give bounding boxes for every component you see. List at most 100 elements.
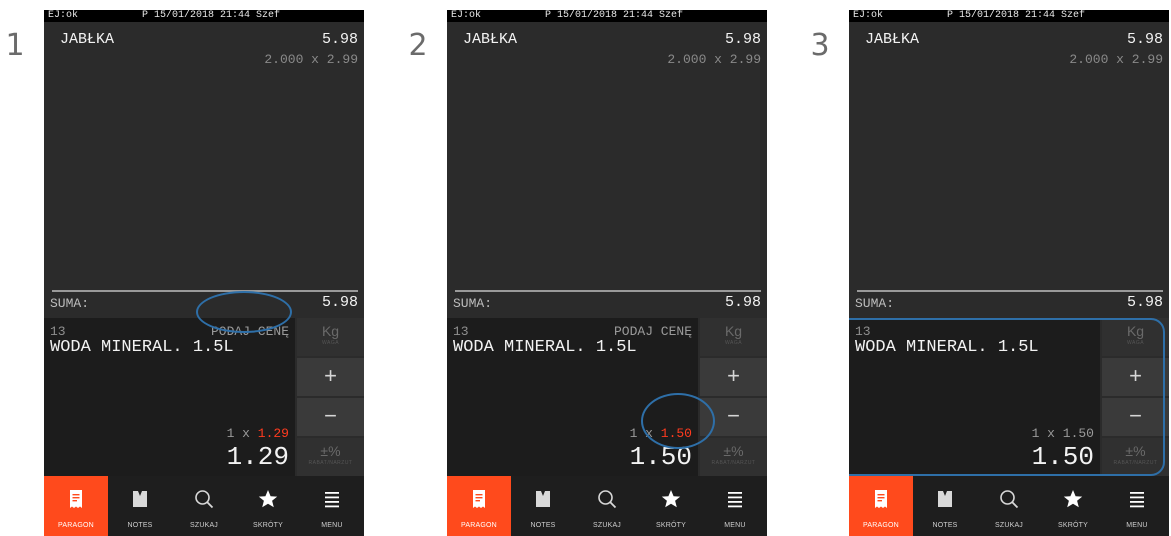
nav-label: PARAGON <box>58 522 94 529</box>
receipt-item-detail: 2.000 x 2.99 <box>1069 52 1163 67</box>
receipt-list[interactable]: JABŁKA 5.98 2.000 x 2.99 <box>849 22 1169 290</box>
plus-icon: + <box>727 363 740 388</box>
weight-button[interactable]: Kg WAGA <box>1102 318 1169 356</box>
discount-button-sublabel: RABAT/NARZUT <box>1113 460 1158 466</box>
menu-icon <box>325 492 339 508</box>
discount-button-label: ±% <box>1125 443 1146 459</box>
sum-label: SUMA: <box>50 296 90 311</box>
discount-button[interactable]: ±% RABAT/NARZUT <box>297 438 364 476</box>
nav-label: SZUKAJ <box>189 522 219 529</box>
nav-szukaj[interactable]: SZUKAJ <box>575 476 639 536</box>
receipt-icon <box>875 490 887 508</box>
item-entry-panel[interactable]: 13 PODAJ CENĘ WODA MINERAL. 1.5L 1 x 1.2… <box>44 318 295 476</box>
item-entry-panel[interactable]: 13 WODA MINERAL. 1.5L 1 x 1.50 1.50 <box>849 318 1100 476</box>
sum-value: 5.98 <box>1126 294 1163 311</box>
weight-button[interactable]: Kg WAGA <box>297 318 364 356</box>
receipt-item-name: JABŁKA <box>463 31 518 48</box>
discount-button[interactable]: ±% RABAT/NARZUT <box>1102 438 1169 476</box>
unit-price: 1.29 <box>257 426 289 441</box>
star-icon <box>661 490 681 508</box>
sum-row: SUMA: 5.98 <box>447 292 767 316</box>
item-entry-panel[interactable]: 13 PODAJ CENĘ WODA MINERAL. 1.5L 1 x 1.5… <box>447 318 698 476</box>
minus-button[interactable]: − <box>297 398 364 436</box>
nav-skroty[interactable]: SKRÓTY <box>639 476 703 536</box>
nav-szukaj[interactable]: SZUKAJ <box>977 476 1041 536</box>
notes-icon <box>536 491 550 507</box>
quantity-price-line: 1 x 1.50 <box>1032 426 1094 441</box>
nav-szukaj[interactable]: SZUKAJ <box>172 476 236 536</box>
nav-notes[interactable]: NOTES <box>913 476 977 536</box>
sum-label: SUMA: <box>453 296 493 311</box>
weight-button-label: Kg <box>321 323 340 339</box>
receipt-item-name: JABŁKA <box>865 31 920 48</box>
nav-paragon[interactable]: PARAGON <box>44 476 108 536</box>
minus-icon: − <box>1129 403 1142 428</box>
product-name: WODA MINERAL. 1.5L <box>855 338 1039 357</box>
minus-icon: − <box>727 403 740 428</box>
weight-button-sublabel: WAGA <box>1126 340 1145 346</box>
nav-label: SZUKAJ <box>592 522 622 529</box>
nav-menu[interactable]: MENU <box>703 476 767 536</box>
plus-button[interactable]: + <box>1102 358 1169 396</box>
status-ej: EJ:ok <box>853 10 884 21</box>
nav-skroty[interactable]: SKRÓTY <box>236 476 300 536</box>
nav-menu[interactable]: MENU <box>300 476 364 536</box>
discount-button-sublabel: RABAT/NARZUT <box>308 460 353 466</box>
nav-label: NOTES <box>932 522 958 529</box>
receipt-item-total: 5.98 <box>1126 31 1163 48</box>
nav-notes[interactable]: NOTES <box>511 476 575 536</box>
sum-row: SUMA: 5.98 <box>44 292 364 316</box>
sum-label: SUMA: <box>855 296 895 311</box>
plu-number: 13 <box>50 324 66 339</box>
plu-number: 13 <box>453 324 469 339</box>
status-datetime-user: P 15/01/2018 21:44 Szef <box>142 10 281 21</box>
nav-notes[interactable]: NOTES <box>108 476 172 536</box>
receipt-list[interactable]: JABŁKA 5.98 2.000 x 2.99 <box>447 22 767 290</box>
price-prompt: PODAJ CENĘ <box>210 324 289 339</box>
product-name: WODA MINERAL. 1.5L <box>453 338 637 357</box>
unit-price: 1.50 <box>1062 426 1094 441</box>
side-buttons: Kg WAGA + − ±% RABAT/NARZUT <box>700 318 767 476</box>
menu-icon <box>1130 492 1144 508</box>
pos-screen: EJ:ok P 15/01/2018 21:44 Szef JABŁKA 5.9… <box>849 10 1169 536</box>
weight-button[interactable]: Kg WAGA <box>700 318 767 356</box>
line-total-price: 1.29 <box>226 442 289 472</box>
plus-button[interactable]: + <box>700 358 767 396</box>
nav-label: MENU <box>321 522 343 529</box>
status-datetime-user: P 15/01/2018 21:44 Szef <box>947 10 1086 21</box>
step-number: 2 <box>408 28 428 63</box>
line-total-price: 1.50 <box>629 442 692 472</box>
weight-button-sublabel: WAGA <box>724 340 743 346</box>
product-name: WODA MINERAL. 1.5L <box>50 338 234 357</box>
quantity-prefix: 1 x <box>629 426 661 441</box>
notes-icon <box>938 491 952 507</box>
bottom-navigation: PARAGON NOTES SZUKAJ SKRÓTY MENU <box>44 476 364 536</box>
unit-price: 1.50 <box>660 426 692 441</box>
receipt-list[interactable]: JABŁKA 5.98 2.000 x 2.99 <box>44 22 364 290</box>
plus-icon: + <box>1129 363 1142 388</box>
bottom-navigation: PARAGON NOTES SZUKAJ SKRÓTY MENU <box>849 476 1169 536</box>
discount-button[interactable]: ±% RABAT/NARZUT <box>700 438 767 476</box>
weight-button-label: Kg <box>1126 323 1145 339</box>
sum-value: 5.98 <box>724 294 761 311</box>
nav-label: SKRÓTY <box>656 522 686 529</box>
status-ej: EJ:ok <box>451 10 482 21</box>
minus-button[interactable]: − <box>1102 398 1169 436</box>
nav-label: SZUKAJ <box>994 522 1024 529</box>
minus-button[interactable]: − <box>700 398 767 436</box>
quantity-price-line: 1 x 1.50 <box>630 426 692 441</box>
discount-button-sublabel: RABAT/NARZUT <box>711 460 756 466</box>
nav-skroty[interactable]: SKRÓTY <box>1041 476 1105 536</box>
pos-screen: EJ:ok P 15/01/2018 21:44 Szef JABŁKA 5.9… <box>44 10 364 536</box>
quantity-prefix: 1 x <box>226 426 258 441</box>
nav-paragon[interactable]: PARAGON <box>849 476 913 536</box>
receipt-item-total: 5.98 <box>724 31 761 48</box>
plu-number: 13 <box>855 324 871 339</box>
star-icon <box>258 490 278 508</box>
status-datetime-user: P 15/01/2018 21:44 Szef <box>545 10 684 21</box>
menu-icon <box>728 492 742 508</box>
pos-screen: EJ:ok P 15/01/2018 21:44 Szef JABŁKA 5.9… <box>447 10 767 536</box>
plus-button[interactable]: + <box>297 358 364 396</box>
nav-menu[interactable]: MENU <box>1105 476 1169 536</box>
nav-paragon[interactable]: PARAGON <box>447 476 511 536</box>
